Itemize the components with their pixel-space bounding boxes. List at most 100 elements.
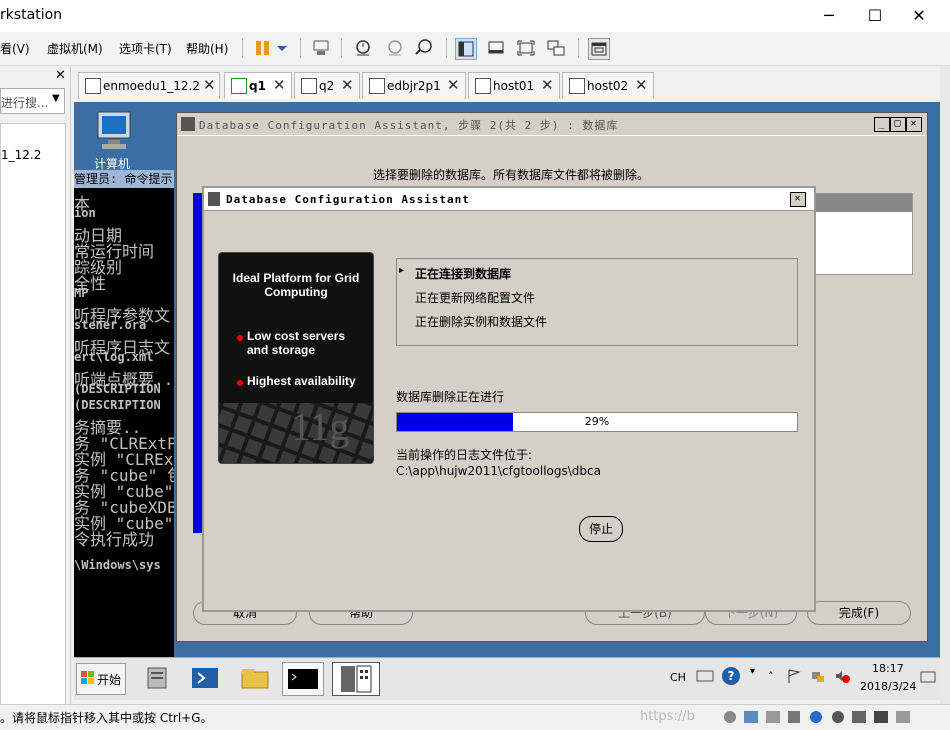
banner-bullet-1: Low cost servers and storage [247, 329, 346, 357]
vm-icon [369, 78, 385, 94]
menu-view[interactable]: 看(V) [0, 40, 30, 57]
library-tree: 1_12.2 [0, 123, 66, 706]
console-view-icon[interactable] [486, 38, 506, 58]
minimize-button[interactable]: ─ [806, 0, 852, 32]
menu-tabs[interactable]: 选项卡(T) [119, 40, 172, 57]
dbca-progress-titlebar: Database Configuration Assistant ✕ [204, 188, 814, 211]
step-1: 正在连接到数据库 [415, 267, 512, 281]
dbca-main-titlebar: Database Configuration Assistant, 步骤 2(共… [177, 113, 925, 136]
cmd-title: 管理员: 命令提示 [74, 170, 174, 188]
toolbar-separator [578, 38, 579, 58]
step-2: 正在更新网络配置文件 [415, 291, 536, 305]
log-path: C:\app\hujw2011\cfgtoollogs\dbca [396, 464, 601, 478]
vm-tab-strip: enmoedu1_12.2 ✕ q1 ✕ q2 ✕ edbjr2p1 ✕ hos… [72, 66, 942, 102]
server-manager-icon[interactable] [140, 662, 174, 694]
finish-button[interactable]: 完成(F) [807, 601, 911, 625]
library-view-icon[interactable] [455, 38, 477, 60]
oracle-app-icon [208, 192, 220, 206]
explorer-icon[interactable] [238, 662, 272, 694]
tab-edbjr2p1[interactable]: edbjr2p1 ✕ [362, 72, 466, 99]
chevron-down-icon[interactable] [275, 38, 295, 58]
vm-icon [475, 78, 491, 94]
input-language[interactable]: CH [670, 671, 686, 684]
help-icon[interactable]: ? [722, 667, 740, 685]
cmd-line: MP [74, 286, 89, 300]
start-button[interactable]: 开始 [76, 663, 126, 695]
revert-snapshot-icon[interactable] [385, 38, 405, 58]
menu-vm[interactable]: 虚拟机(M) [47, 40, 103, 57]
library-item[interactable]: 1_12.2 [1, 148, 41, 162]
cmd-output: 本 ion 动日期 常运行时间 踪级别 全性 MP 听程序参数文 stener.ora 听程序日志… [74, 190, 174, 650]
banner-version: 11g [291, 404, 350, 449]
tab-enmoedu1[interactable]: enmoedu1_12.2 ✕ [78, 72, 220, 99]
tab-q1[interactable]: q1 ✕ [224, 72, 292, 99]
preferences-icon[interactable] [588, 38, 610, 60]
close-button[interactable]: ✕ [906, 117, 922, 132]
minimize-button[interactable]: _ [874, 117, 890, 132]
show-desktop-icon[interactable] [920, 670, 936, 684]
bullet-icon [237, 335, 243, 341]
dbca-instruction: 选择要删除的数据库。所有数据库文件都将被删除。 [373, 168, 650, 182]
cmd-line: 令执行成功 [74, 530, 155, 549]
pause-icon[interactable] [253, 38, 273, 58]
banner-bullet-2: Highest availability [247, 374, 356, 388]
clock-date[interactable]: 2018/3/24 [860, 680, 916, 693]
network-icon[interactable] [810, 668, 826, 684]
host-status-bar: 。请将鼠标指针移入其中或按 Ctrl+G。 https://b [0, 704, 950, 730]
snapshot-icon[interactable] [353, 38, 373, 58]
powershell-icon[interactable] [188, 662, 222, 694]
fullscreen-icon[interactable] [516, 38, 536, 58]
toolbar-separator [446, 38, 447, 58]
tab-close-icon[interactable]: ✕ [447, 76, 460, 94]
cmd-line: ert\log.xml [74, 350, 154, 364]
step-3: 正在删除实例和数据文件 [415, 315, 548, 329]
tab-close-icon[interactable]: ✕ [541, 76, 554, 94]
maximize-button[interactable]: □ [890, 117, 906, 132]
tab-close-icon[interactable]: ✕ [273, 76, 286, 94]
dbca-task-icon[interactable] [332, 662, 380, 696]
unity-icon[interactable] [546, 38, 566, 58]
maximize-button[interactable]: ☐ [852, 0, 898, 32]
cmd-line: ion [74, 206, 96, 220]
device-icon [724, 711, 910, 723]
computer-icon[interactable] [90, 110, 140, 154]
chevron-up-icon[interactable]: ˄ [768, 670, 774, 683]
close-button[interactable]: ✕ [790, 192, 806, 207]
tab-q2[interactable]: q2 ✕ [294, 72, 360, 99]
keyboard-icon[interactable] [696, 668, 714, 684]
snapshot-manager-icon[interactable] [414, 38, 434, 58]
library-close-icon[interactable]: ✕ [55, 68, 66, 83]
oracle-banner: Ideal Platform for Grid Computing Low co… [218, 252, 374, 464]
tab-close-icon[interactable]: ✕ [203, 76, 216, 94]
menu-help[interactable]: 帮助(H) [186, 40, 228, 57]
tab-host02[interactable]: host02 ✕ [562, 72, 654, 99]
volume-muted-icon[interactable] [834, 668, 850, 684]
toolbar-separator [242, 38, 243, 58]
tab-close-icon[interactable]: ✕ [635, 76, 648, 94]
guest-screen[interactable]: 计算机 管理员: 命令提示 本 ion 动日期 常运行时间 踪级别 全性 MP 听程序参数文 s… [74, 102, 940, 657]
tab-close-icon[interactable]: ✕ [341, 76, 354, 94]
close-button[interactable]: ✕ [896, 0, 942, 32]
ime-menu-icon[interactable]: ▾ [750, 666, 755, 677]
stop-button[interactable]: 停止 [579, 516, 623, 542]
cmd-window[interactable]: 管理员: 命令提示 本 ion 动日期 常运行时间 踪级别 全性 MP 听程序参数文 stene… [74, 170, 174, 657]
log-label: 当前操作的日志文件位于: [396, 448, 533, 462]
chevron-down-icon[interactable]: ▼ [52, 93, 60, 104]
toolbar-separator [341, 38, 342, 58]
library-search-input[interactable]: 进行搜... ▼ [0, 88, 65, 114]
clock-time[interactable]: 18:17 [872, 662, 904, 675]
dbca-progress-dialog[interactable]: Database Configuration Assistant ✕ Ideal… [202, 186, 816, 612]
oracle-app-icon [181, 117, 195, 131]
host-scrollbar[interactable] [940, 66, 950, 704]
bullet-icon [237, 380, 243, 386]
cmd-line: \Windows\sys [74, 558, 161, 572]
current-step-icon: ▸ [399, 265, 405, 276]
toolbar-separator [300, 38, 301, 58]
tab-host01[interactable]: host01 ✕ [468, 72, 560, 99]
guest-taskbar: 开始 CH ? ▾ ˄ 18:17 2018/3/24 [74, 657, 940, 700]
send-keys-icon[interactable] [311, 38, 331, 58]
vm-icon [569, 78, 585, 94]
flag-icon[interactable] [786, 668, 802, 684]
cmd-task-icon[interactable] [282, 662, 324, 696]
watermark: https://b [640, 709, 695, 724]
